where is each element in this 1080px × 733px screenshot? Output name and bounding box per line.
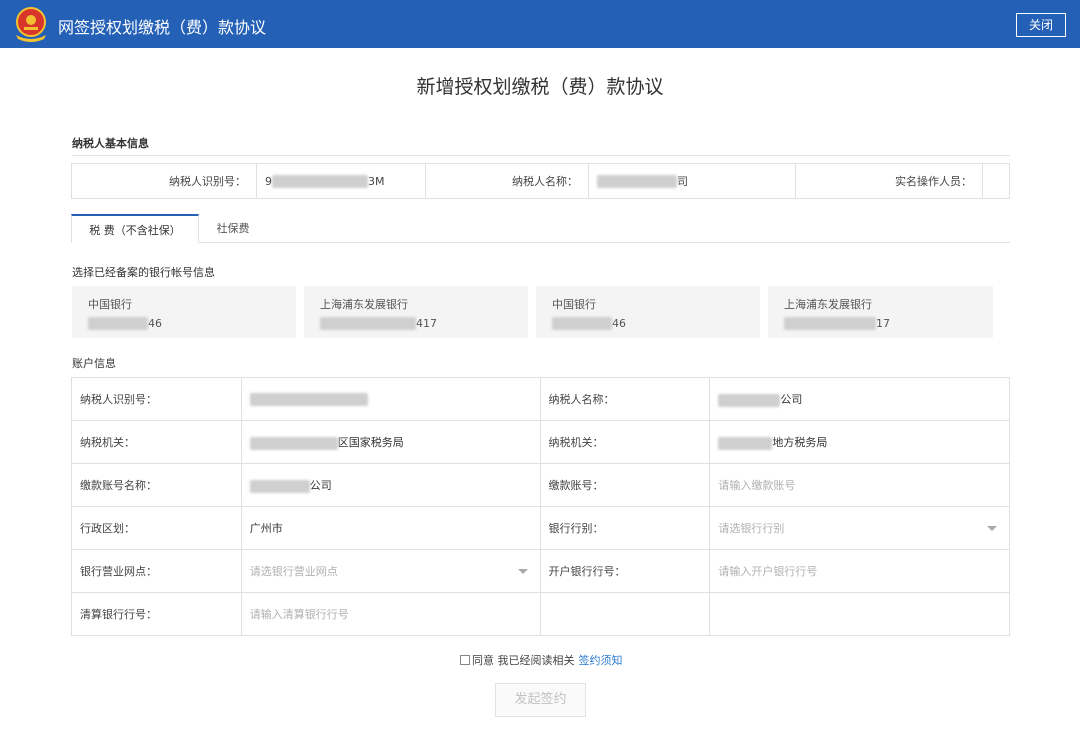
taxpayer-name-label: 纳税人名称： (512, 175, 578, 188)
redacted-block (249, 436, 338, 450)
bank-card[interactable]: 中国银行 46 (536, 286, 760, 338)
redacted-block (597, 174, 677, 188)
redacted-block (718, 393, 781, 407)
account-no-input[interactable]: 请输入缴款账号 (709, 463, 1010, 507)
bank-type-placeholder: 请选银行行别 (718, 522, 785, 535)
top-bar: 网签授权划缴税（费）款协议 关闭 (0, 0, 1080, 48)
branch-label: 银行营业网点： (71, 549, 242, 593)
bank-name: 中国银行 (552, 298, 596, 311)
account-no-label: 缴款账号： (539, 463, 711, 507)
taxpayer-id-suffix: 3M (368, 174, 385, 188)
taxpayer-name-value: 公司 (709, 377, 1010, 421)
tax-office-text: 地方税务局 (772, 436, 828, 449)
account-suffix: 46 (148, 317, 162, 330)
tab-social-insurance[interactable]: 社保费 (211, 214, 255, 243)
tax-office-label: 纳税机关： (539, 420, 711, 464)
app-title: 网签授权划缴税（费）款协议 (58, 18, 267, 37)
bank-card[interactable]: 上海浦东发展银行 417 (304, 286, 528, 338)
account-name-label: 缴款账号名称： (71, 463, 242, 507)
branch-placeholder: 请选银行营业网点 (249, 565, 338, 578)
tax-office-label: 纳税机关： (71, 420, 242, 464)
bank-card[interactable]: 上海浦东发展银行 17 (768, 286, 993, 338)
taxpayer-id-label: 纳税人识别号： (169, 175, 246, 188)
clearing-bank-input[interactable]: 请输入清算银行行号 (240, 592, 541, 636)
taxpayer-id-value (240, 377, 541, 421)
table-row: 缴款账号名称： 公司 缴款账号： 请输入缴款账号 (71, 463, 1010, 507)
bank-name: 上海浦东发展银行 (320, 298, 408, 311)
redacted-block (249, 392, 368, 406)
table-row: 行政区划： 广州市 银行行别： 请选银行行别 (71, 506, 1010, 550)
clearing-bank-label: 清算银行行号： (71, 592, 242, 636)
taxpayer-id-prefix: 9 (265, 174, 272, 188)
taxpayer-name-suffix: 公司 (780, 393, 803, 406)
redacted-block (718, 436, 773, 450)
empty-cell (709, 592, 1010, 636)
taxpayer-info-row: 纳税人识别号： 9 3M 纳税人名称： 司 实名操作人员： (71, 163, 1010, 199)
agreement-row: 同意 我已经阅读相关 签约须知 (460, 652, 623, 668)
tab-tax-fees[interactable]: 税 费（不含社保） (71, 214, 199, 243)
taxpayer-id-value: 9 3M (256, 164, 426, 198)
table-row: 纳税机关： 区国家税务局 纳税机关： 地方税务局 (71, 420, 1010, 464)
signing-notice-link[interactable]: 签约须知 (579, 652, 623, 668)
operator-label: 实名操作人员： (895, 175, 972, 188)
taxpayer-id-label: 纳税人识别号： (71, 377, 242, 421)
account-name-value: 公司 (240, 463, 541, 507)
bank-account: 417 (320, 317, 528, 330)
account-suffix: 46 (612, 317, 626, 330)
taxpayer-name-label: 纳税人名称： (539, 377, 711, 421)
tax-emblem-icon (16, 7, 46, 42)
bank-card[interactable]: 中国银行 46 (72, 286, 296, 338)
redacted-block (272, 174, 368, 188)
redacted-block (784, 317, 876, 330)
agree-checkbox[interactable] (460, 655, 470, 665)
table-row: 银行营业网点： 请选银行营业网点 开户银行行号： 请输入开户银行行号 (71, 549, 1010, 593)
taxpayer-name-value: 司 (588, 164, 796, 198)
tab-bar: 税 费（不含社保） 社保费 (71, 214, 1010, 243)
account-suffix: 417 (416, 317, 437, 330)
region-value: 广州市 (240, 506, 541, 550)
table-row: 纳税人识别号： 纳税人名称： 公司 (71, 377, 1010, 421)
bank-accounts-heading: 选择已经备案的银行帐号信息 (72, 266, 215, 279)
redacted-block (552, 317, 612, 330)
tax-office-value: 区国家税务局 (240, 420, 541, 464)
tax-office-text: 区国家税务局 (337, 436, 404, 449)
bank-name: 中国银行 (88, 298, 132, 311)
chevron-down-icon (517, 568, 528, 574)
submit-button[interactable]: 发起签约 (495, 683, 586, 717)
account-suffix: 17 (876, 317, 890, 330)
tax-office-value: 地方税务局 (709, 420, 1010, 464)
page-title: 新增授权划缴税（费）款协议 (416, 76, 664, 98)
account-info-table: 纳税人识别号： 纳税人名称： 公司 纳税机关： 区国家税务局 纳税机关： 地方税… (71, 377, 1010, 636)
account-info-heading: 账户信息 (72, 357, 116, 370)
redacted-block (320, 317, 416, 330)
divider (72, 155, 1010, 156)
close-button[interactable]: 关闭 (1016, 13, 1066, 37)
agreement-text: 同意 我已经阅读相关 (472, 654, 575, 667)
redacted-block (249, 479, 310, 493)
region-label: 行政区划： (71, 506, 242, 550)
bank-account: 17 (784, 317, 993, 330)
operator-value (982, 164, 1009, 198)
bank-account: 46 (552, 317, 760, 330)
open-bank-input[interactable]: 请输入开户银行行号 (709, 549, 1010, 593)
account-name-suffix: 公司 (309, 479, 332, 492)
empty-cell (539, 592, 711, 636)
bank-type-select[interactable]: 请选银行行别 (709, 506, 1010, 550)
redacted-block (88, 317, 148, 330)
bank-name: 上海浦东发展银行 (784, 298, 872, 311)
table-row: 清算银行行号： 请输入清算银行行号 (71, 592, 1010, 636)
open-bank-label: 开户银行行号： (539, 549, 711, 593)
bank-type-label: 银行行别： (539, 506, 711, 550)
taxpayer-info-heading: 纳税人基本信息 (72, 137, 149, 150)
taxpayer-name-suffix: 司 (677, 175, 688, 188)
bank-account: 46 (88, 317, 296, 330)
chevron-down-icon (987, 525, 997, 531)
branch-select[interactable]: 请选银行营业网点 (240, 549, 541, 593)
